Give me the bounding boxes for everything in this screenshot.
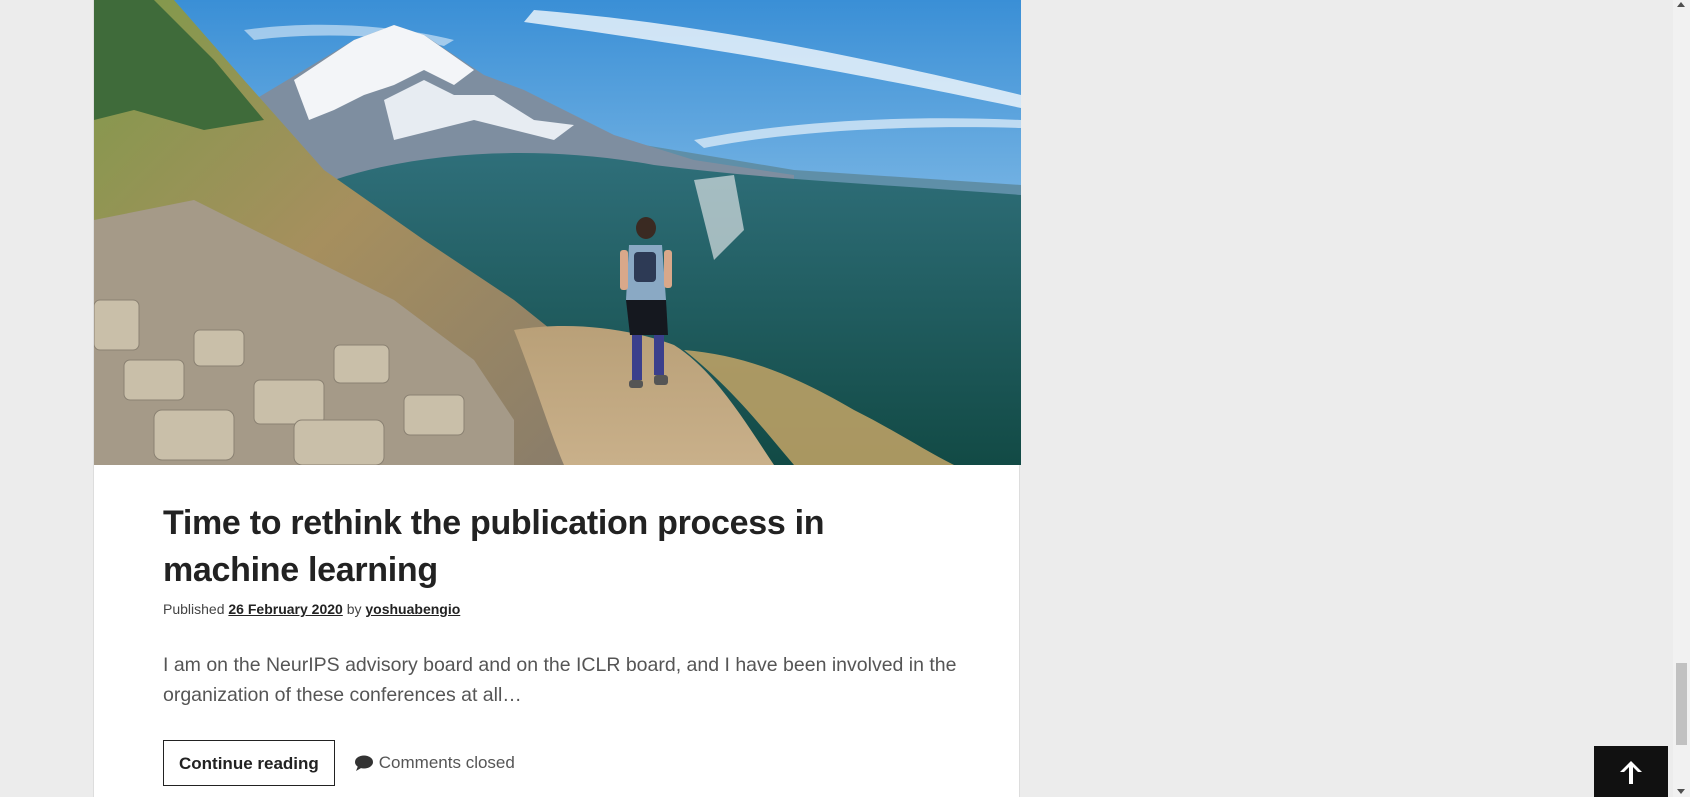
- scroll-down-arrow-icon[interactable]: [1677, 789, 1685, 794]
- scrollbar-thumb[interactable]: [1676, 663, 1687, 745]
- post-meta: Published 26 February 2020 by yoshuabeng…: [163, 600, 963, 618]
- featured-image: [94, 0, 1021, 465]
- featured-image-link[interactable]: [94, 0, 1021, 465]
- post-date-link[interactable]: 26 February 2020: [228, 601, 342, 617]
- comments-status: Comments closed: [354, 753, 515, 773]
- scroll-up-arrow-icon[interactable]: [1677, 2, 1685, 7]
- post-card: Time to rethink the publication process …: [93, 0, 1021, 797]
- author-link[interactable]: yoshuabengio: [365, 601, 460, 617]
- post-title[interactable]: Time to rethink the publication process …: [163, 500, 883, 594]
- post-entry: Time to rethink the publication process …: [163, 500, 963, 786]
- back-to-top-button[interactable]: [1594, 746, 1668, 797]
- page: Time to rethink the publication process …: [0, 0, 1690, 797]
- by-label: by: [346, 601, 362, 617]
- post-excerpt: I am on the NeurIPS advisory board and o…: [163, 654, 957, 706]
- post-actions: Continue reading Comments closed: [163, 740, 963, 786]
- published-label: Published: [163, 601, 225, 617]
- continue-reading-button[interactable]: Continue reading: [163, 740, 335, 786]
- vertical-scrollbar[interactable]: [1673, 0, 1690, 797]
- arrow-up-icon: [1620, 760, 1642, 784]
- comment-bubble-icon: [354, 755, 373, 771]
- comments-label: Comments closed: [378, 753, 515, 772]
